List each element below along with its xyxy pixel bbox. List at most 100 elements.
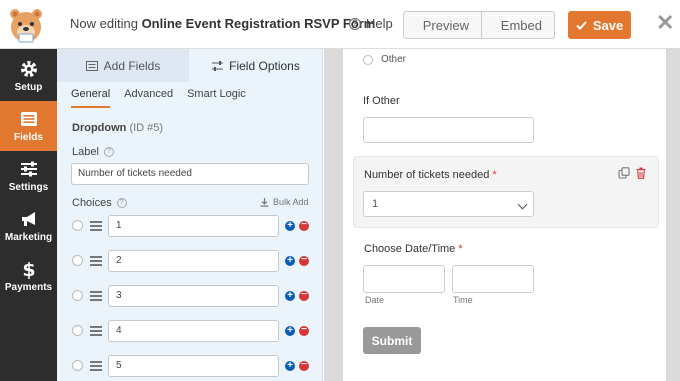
other-option[interactable]: Other <box>363 54 406 65</box>
subtab-advanced[interactable]: Advanced <box>124 88 173 108</box>
save-button[interactable]: Save <box>568 11 631 39</box>
field-type-heading: Dropdown (ID #5) <box>72 122 163 134</box>
dollar-icon: $ <box>22 259 35 279</box>
label-caption-text: Label <box>72 146 99 158</box>
remove-choice-icon[interactable]: − <box>299 290 309 301</box>
form-name: Online Event Registration RSVP Form <box>141 16 376 31</box>
save-label: Save <box>592 17 624 33</box>
nav-label-fields: Fields <box>14 132 43 143</box>
wpforms-bear-logo-icon <box>10 9 42 43</box>
preview-button[interactable]: Preview <box>403 11 482 39</box>
megaphone-icon <box>21 212 35 226</box>
form-builder: Now editing Online Event Registration RS… <box>0 0 680 381</box>
embed-label: Embed <box>500 17 542 33</box>
tab-add-fields[interactable]: Add Fields <box>57 49 189 82</box>
choice-input[interactable]: 1 <box>108 215 279 237</box>
sliders-icon <box>20 161 37 177</box>
nav-item-fields[interactable]: Fields <box>0 101 57 151</box>
subtabs: General Advanced Smart Logic <box>71 88 260 108</box>
fields-icon <box>20 112 37 126</box>
subtab-general[interactable]: General <box>71 88 111 108</box>
title-prefix: Now editing <box>70 16 138 31</box>
add-choice-icon[interactable]: + <box>285 221 295 231</box>
duplicate-icon[interactable] <box>618 167 630 179</box>
field-id: (ID #5) <box>129 122 164 134</box>
if-other-label: If Other <box>363 95 400 107</box>
trash-icon[interactable] <box>635 167 647 179</box>
add-choice-icon[interactable]: + <box>285 256 295 266</box>
label-field[interactable]: Number of tickets needed <box>71 163 309 185</box>
default-choice-radio[interactable] <box>72 290 83 301</box>
default-choice-radio[interactable] <box>72 255 83 266</box>
choice-row: 1 + − <box>72 215 312 237</box>
nav-item-setup[interactable]: Setup <box>0 51 57 101</box>
default-choice-radio[interactable] <box>72 325 83 336</box>
help-icon: ? <box>349 17 361 30</box>
checkmark-icon <box>576 20 587 30</box>
default-choice-radio[interactable] <box>72 360 83 371</box>
add-choice-icon[interactable]: + <box>285 291 295 301</box>
datetime-label: Choose Date/Time * <box>364 243 463 255</box>
default-choice-radio[interactable] <box>72 220 83 231</box>
help-icon[interactable]: ? <box>103 147 114 157</box>
subtab-smart-logic[interactable]: Smart Logic <box>187 88 246 108</box>
dropdown-label-text: Number of tickets needed <box>364 169 490 181</box>
date-input[interactable] <box>363 265 445 293</box>
tickets-dropdown[interactable]: 1 <box>363 191 534 217</box>
time-input[interactable] <box>452 265 534 293</box>
other-option-label: Other <box>381 54 407 65</box>
bulk-add-label: Bulk Add <box>273 197 309 207</box>
choice-row: 4 + − <box>72 320 312 342</box>
remove-choice-icon[interactable]: − <box>299 360 309 371</box>
drag-handle-icon[interactable] <box>90 326 102 336</box>
panel-tabs: Add Fields Field Options <box>57 49 322 82</box>
add-choice-icon[interactable]: + <box>285 326 295 336</box>
tab-field-options[interactable]: Field Options <box>189 49 322 82</box>
nav-label-marketing: Marketing <box>4 232 53 243</box>
embed-button[interactable]: Embed <box>481 11 555 39</box>
drag-handle-icon[interactable] <box>90 221 102 231</box>
other-radio[interactable] <box>363 54 373 65</box>
nav-item-settings[interactable]: Settings <box>0 151 57 201</box>
help-link[interactable]: ? Help <box>349 16 393 31</box>
choices-caption: Choices? <box>72 197 127 209</box>
drag-handle-icon[interactable] <box>90 291 102 301</box>
help-icon[interactable]: ? <box>116 198 127 208</box>
bulk-add-link[interactable]: Bulk Add <box>260 197 309 207</box>
choice-input[interactable]: 2 <box>108 250 279 272</box>
drag-handle-icon[interactable] <box>90 361 102 371</box>
dropdown-selected-value: 1 <box>372 198 379 210</box>
required-mark: * <box>492 169 497 181</box>
choice-input[interactable]: 3 <box>108 285 279 307</box>
download-icon <box>260 197 269 207</box>
tab-add-fields-label: Add Fields <box>103 58 161 73</box>
choice-row: 5 + − <box>72 355 312 377</box>
remove-choice-icon[interactable]: − <box>299 220 309 231</box>
eye-icon <box>416 24 417 26</box>
top-bar: Now editing Online Event Registration RS… <box>0 0 680 49</box>
list-icon <box>85 60 98 71</box>
date-sublabel: Date <box>365 295 385 305</box>
choice-input[interactable]: 5 <box>108 355 279 377</box>
help-label: Help <box>366 16 393 31</box>
required-mark: * <box>458 243 463 255</box>
time-sublabel: Time <box>453 295 473 305</box>
choices-caption-text: Choices <box>72 197 112 209</box>
choice-input[interactable]: 4 <box>108 320 279 342</box>
nav-item-payments[interactable]: $ Payments <box>0 251 57 301</box>
if-other-input[interactable] <box>363 117 534 143</box>
chevron-down-icon <box>517 199 528 210</box>
choice-row: 2 + − <box>72 250 312 272</box>
close-icon[interactable]: ✕ <box>656 12 674 34</box>
tab-field-options-label: Field Options <box>229 58 300 73</box>
submit-button[interactable]: Submit <box>363 327 421 354</box>
remove-choice-icon[interactable]: − <box>299 325 309 336</box>
add-choice-icon[interactable]: + <box>285 361 295 371</box>
nav-item-marketing[interactable]: Marketing <box>0 201 57 251</box>
drag-handle-icon[interactable] <box>90 256 102 266</box>
label-caption: Label? <box>72 146 114 158</box>
svg-text:$: $ <box>22 259 35 279</box>
nav-label-setup: Setup <box>14 82 43 93</box>
remove-choice-icon[interactable]: − <box>299 255 309 266</box>
dropdown-field-label: Number of tickets needed * <box>364 169 497 181</box>
